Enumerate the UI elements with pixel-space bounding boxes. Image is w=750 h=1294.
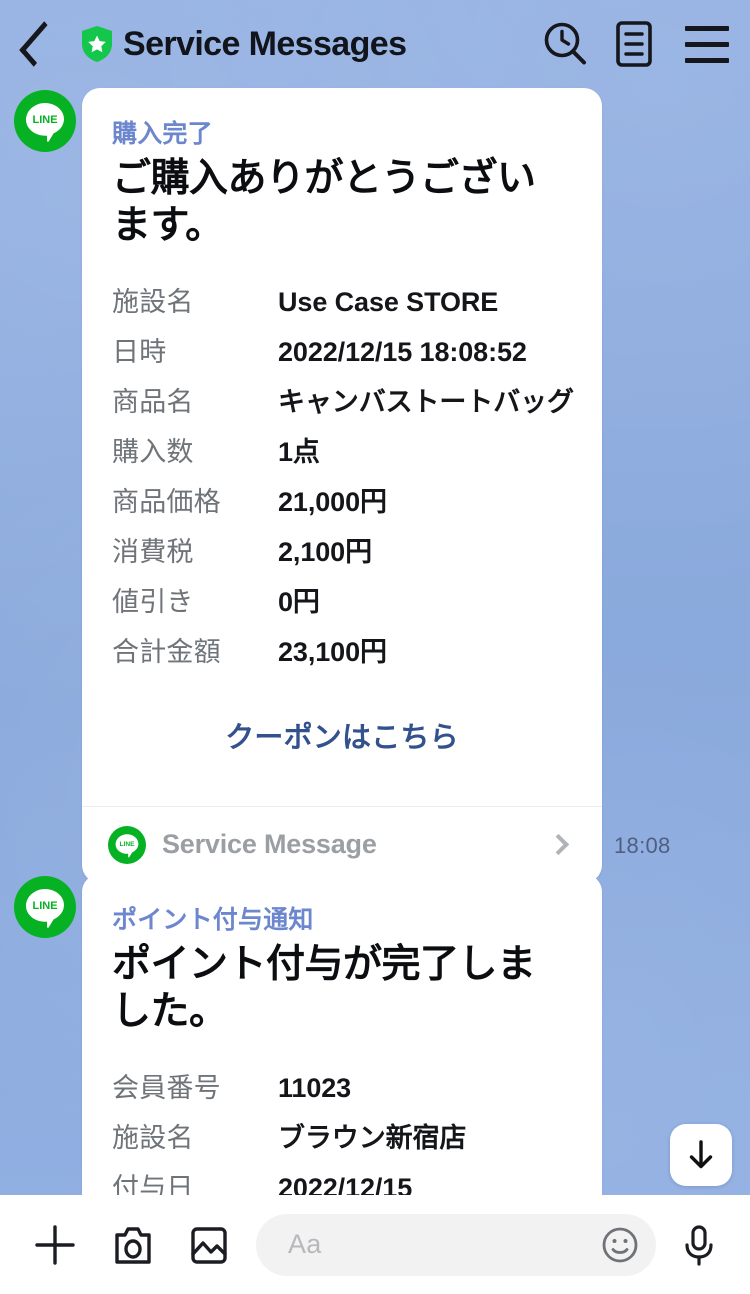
avatar[interactable]: LINE [14, 90, 76, 152]
message-input[interactable]: Aa [288, 1229, 598, 1260]
arrow-down-icon [689, 1140, 713, 1169]
line-logo-avatar: LINE [26, 889, 64, 928]
detail-label: 日時 [112, 336, 167, 367]
detail-label: 購入数 [112, 436, 194, 467]
header-title-group[interactable]: Service Messages [80, 25, 538, 63]
smiley-face-icon [602, 1227, 638, 1262]
chat-header: Service Messages [0, 0, 750, 88]
detail-value: ブラウン新宿店 [278, 1122, 467, 1153]
detail-label: 消費税 [112, 536, 194, 567]
card-headline: ご購入ありがとうございます。 [112, 156, 536, 248]
composer-toolbar: Aa [0, 1195, 750, 1294]
table-row: 値引き 0円 [112, 580, 572, 619]
back-button[interactable] [19, 19, 68, 69]
detail-value: 23,100円 [278, 636, 387, 667]
detail-value: 21,000円 [278, 486, 387, 517]
table-row: 商品価格 21,000円 [112, 480, 572, 519]
detail-label: 値引き [112, 586, 194, 617]
add-attachment-button[interactable] [24, 1214, 86, 1276]
chevron-right-icon [547, 834, 570, 856]
table-row: 消費税 2,100円 [112, 530, 572, 569]
microphone-icon [685, 1224, 713, 1266]
table-row: 施設名 ブラウン新宿店 [112, 1116, 572, 1155]
message-input-container[interactable]: Aa [256, 1213, 656, 1276]
card-footer-link[interactable]: LINE Service Message [82, 805, 602, 883]
card-body: 購入完了 ご購入ありがとうございます。 施設名 Use Case STORE 日… [82, 88, 602, 806]
image-icon [191, 1226, 227, 1264]
card-footer-label: Service Message [162, 829, 377, 860]
search-clock-icon [544, 22, 586, 65]
table-row: 商品名 キャンバストートバッグ [112, 380, 574, 419]
coupon-link[interactable]: クーポンはこちら [112, 680, 572, 796]
detail-label: 合計金額 [112, 636, 221, 667]
detail-value: 0円 [278, 586, 320, 617]
detail-label: 施設名 [112, 1122, 194, 1153]
search-button[interactable] [538, 16, 594, 72]
gallery-button[interactable] [178, 1214, 240, 1276]
detail-table: 施設名 Use Case STORE 日時 2022/12/15 18:08:5… [112, 280, 574, 669]
detail-value: 1点 [278, 436, 320, 467]
emoji-button[interactable] [598, 1223, 642, 1267]
detail-value: 11023 [278, 1072, 352, 1103]
detail-value: 2,100円 [278, 536, 372, 567]
service-list-button[interactable] [608, 16, 660, 72]
card-eyebrow: ポイント付与通知 [112, 906, 314, 934]
detail-value: キャンバストートバッグ [278, 386, 574, 417]
detail-value: 2022/12/15 18:08:52 [278, 336, 527, 367]
message-list: LINE 購入完了 ご購入ありがとうございます。 施設名 Use Case ST… [0, 88, 750, 1294]
svg-text:LINE: LINE [32, 900, 57, 912]
avatar[interactable]: LINE [14, 876, 76, 938]
service-message-card[interactable]: 購入完了 ご購入ありがとうございます。 施設名 Use Case STORE 日… [82, 88, 602, 883]
card-body: ポイント付与通知 ポイント付与が完了しました。 会員番号 11023 施設名 ブ… [82, 874, 602, 1226]
detail-label: 施設名 [112, 286, 194, 317]
verified-shield-star-icon [82, 26, 112, 62]
card-headline: ポイント付与が完了しました。 [112, 942, 536, 1034]
hamburger-menu-icon [685, 25, 729, 63]
svg-text:LINE: LINE [119, 841, 135, 848]
camera-button[interactable] [102, 1214, 164, 1276]
camera-icon [115, 1226, 151, 1264]
detail-label: 商品価格 [112, 486, 221, 517]
table-row: 施設名 Use Case STORE [112, 280, 572, 319]
detail-label: 会員番号 [112, 1072, 221, 1103]
card-eyebrow: 購入完了 [112, 120, 213, 148]
table-row: 合計金額 23,100円 [112, 630, 572, 669]
table-row: 日時 2022/12/15 18:08:52 [112, 330, 572, 369]
microphone-button[interactable] [670, 1214, 728, 1276]
table-row: 会員番号 11023 [112, 1066, 572, 1105]
menu-button[interactable] [682, 16, 732, 72]
plus-icon [35, 1224, 75, 1265]
detail-value: Use Case STORE [278, 286, 499, 317]
line-logo-icon: LINE [108, 825, 146, 864]
page-title: Service Messages [123, 25, 407, 63]
chevron-left-icon [19, 21, 59, 67]
svg-text:LINE: LINE [32, 114, 57, 126]
line-logo-avatar: LINE [26, 103, 64, 142]
detail-label: 商品名 [112, 386, 194, 417]
scroll-to-bottom-button[interactable] [670, 1124, 732, 1186]
table-row: 購入数 1点 [112, 430, 572, 469]
detail-table: 会員番号 11023 施設名 ブラウン新宿店 付与日 2022/12/15 [112, 1066, 572, 1205]
document-list-icon [616, 21, 652, 67]
message-timestamp: 18:08 [614, 833, 671, 858]
